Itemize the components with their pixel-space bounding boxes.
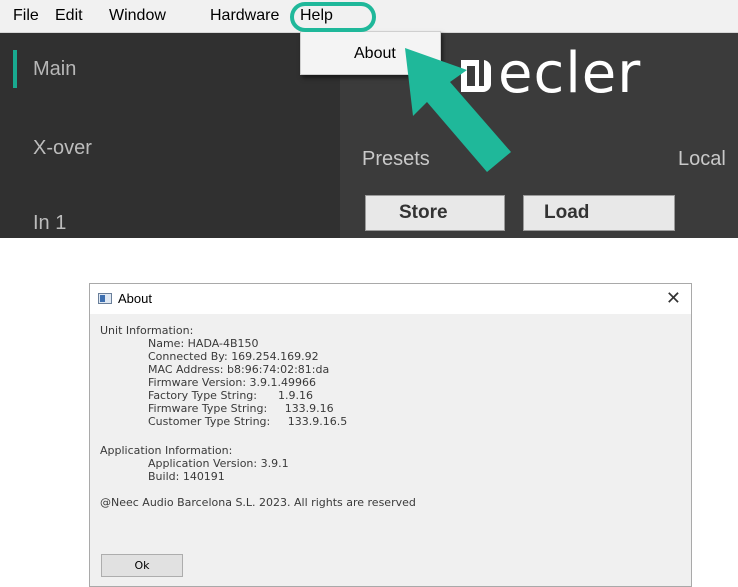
app-window: File Edit Window Hardware Help Main X-ov… xyxy=(0,0,738,238)
copyright-text: @Neec Audio Barcelona S.L. 2023. All rig… xyxy=(100,496,416,509)
pointer-arrow-icon xyxy=(405,48,511,172)
menu-item-about[interactable]: About xyxy=(354,45,396,63)
unit-info-mac-address: MAC Address: b8:96:74:02:81:da xyxy=(148,363,330,376)
store-button[interactable]: Store xyxy=(365,195,505,231)
unit-info-name: Name: HADA-4B150 xyxy=(148,337,259,350)
store-button-label: Store xyxy=(399,202,448,223)
window-app-icon xyxy=(98,293,112,304)
ok-button[interactable]: Ok xyxy=(101,554,183,577)
unit-info-header: Unit Information: xyxy=(100,324,194,337)
sidebar-item-main[interactable]: Main xyxy=(33,58,76,81)
unit-info-factory-type: Factory Type String: 1.9.16 xyxy=(148,389,313,402)
unit-info-connected-by: Connected By: 169.254.169.92 xyxy=(148,350,319,363)
sidebar-item-in-1[interactable]: In 1 xyxy=(33,212,66,235)
app-info-build: Build: 140191 xyxy=(148,470,225,483)
ecler-logo-text: ecler xyxy=(498,41,642,106)
local-label: Local xyxy=(678,148,726,170)
about-dialog: About ✕ Unit Information: Name: HADA-4B1… xyxy=(89,283,692,587)
menu-edit[interactable]: Edit xyxy=(55,7,83,25)
close-icon[interactable]: ✕ xyxy=(666,288,681,309)
menu-hardware[interactable]: Hardware xyxy=(210,7,279,25)
unit-info-customer-type: Customer Type String: 133.9.16.5 xyxy=(148,415,348,428)
unit-info-firmware-version: Firmware Version: 3.9.1.49966 xyxy=(148,376,317,389)
dialog-title: About xyxy=(118,291,152,306)
dialog-titlebar: About ✕ xyxy=(90,284,691,314)
load-button-label: Load xyxy=(544,202,590,223)
unit-info-firmware-type: Firmware Type String: 133.9.16 xyxy=(148,402,334,415)
sidebar-item-x-over[interactable]: X-over xyxy=(33,137,92,160)
active-indicator xyxy=(13,50,17,88)
app-info-header: Application Information: xyxy=(100,444,233,457)
menu-file[interactable]: File xyxy=(13,7,39,25)
load-button[interactable]: Load xyxy=(523,195,675,231)
help-highlight-circle xyxy=(290,2,376,32)
app-info-version: Application Version: 3.9.1 xyxy=(148,457,289,470)
menu-window[interactable]: Window xyxy=(109,7,166,25)
